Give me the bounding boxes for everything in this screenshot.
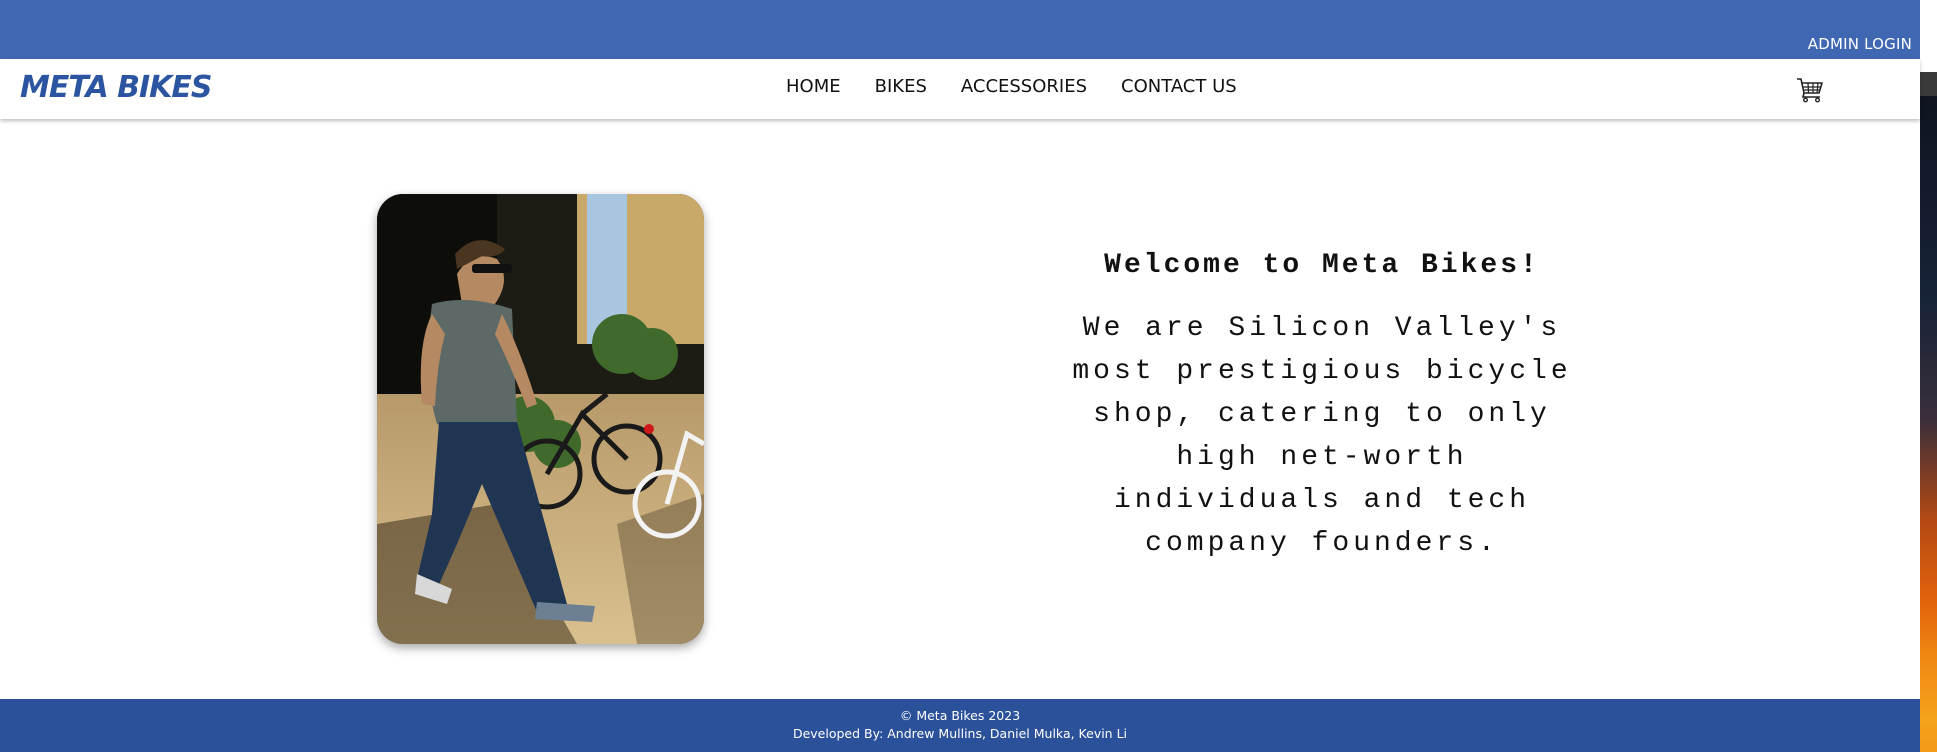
nav-link-home[interactable]: HOME — [786, 76, 841, 97]
nav-links: HOME BIKES ACCESSORIES CONTACT US — [786, 76, 1271, 97]
page: ADMIN LOGIN META BIKES HOME BIKES ACCESS… — [0, 0, 1920, 752]
hero-description: We are Silicon Valley's most prestigious… — [1072, 313, 1572, 559]
admin-login-link[interactable]: ADMIN LOGIN — [1808, 35, 1912, 53]
nav-link-bikes[interactable]: BIKES — [875, 76, 927, 97]
hero-title: Welcome to Meta Bikes! — [1104, 250, 1540, 281]
footer: © Meta Bikes 2023 Developed By: Andrew M… — [0, 699, 1920, 752]
navbar: META BIKES HOME BIKES ACCESSORIES CONTAC… — [0, 59, 1920, 119]
hero-text: Welcome to Meta Bikes! We are Silicon Va… — [1042, 250, 1602, 565]
browser-viewport: ADMIN LOGIN META BIKES HOME BIKES ACCESS… — [0, 0, 1937, 752]
hero-photo — [377, 194, 704, 644]
site-logo[interactable]: META BIKES — [20, 70, 213, 105]
adjacent-window-strip — [1920, 0, 1937, 752]
shopping-cart-icon[interactable] — [1795, 74, 1825, 104]
nav-link-accessories[interactable]: ACCESSORIES — [961, 76, 1087, 97]
nav-link-contact-us[interactable]: CONTACT US — [1121, 76, 1237, 97]
top-bar: ADMIN LOGIN — [0, 0, 1920, 59]
footer-developers: Developed By: Andrew Mullins, Daniel Mul… — [792, 726, 1128, 741]
footer-copyright: © Meta Bikes 2023 — [899, 708, 1021, 723]
